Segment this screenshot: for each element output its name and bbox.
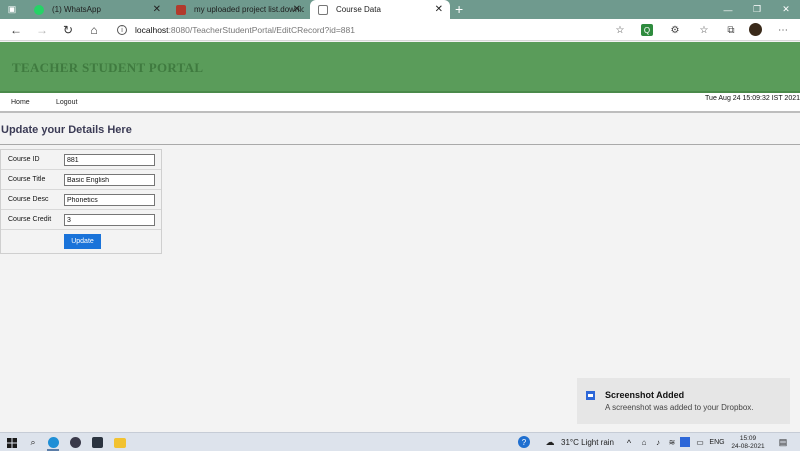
edge-icon[interactable] bbox=[48, 437, 59, 448]
clock[interactable]: 15:09 24-08-2021 bbox=[728, 435, 768, 450]
update-button[interactable]: Update bbox=[64, 234, 101, 249]
course-edit-form: Course ID Course Title Course Desc Cours… bbox=[0, 149, 162, 254]
collections-icon[interactable]: ⧉ bbox=[724, 23, 738, 37]
dropbox-tray-icon[interactable] bbox=[680, 437, 690, 447]
course-desc-label: Course Desc bbox=[8, 196, 49, 203]
tab-actions-icon[interactable]: ▣ bbox=[0, 0, 24, 19]
course-title-input[interactable] bbox=[64, 174, 155, 186]
tab-project-list[interactable]: my uploaded project list.downlo ✕ bbox=[168, 0, 308, 19]
language-indicator[interactable]: ENG bbox=[708, 435, 726, 450]
notification-title: Screenshot Added bbox=[605, 390, 685, 400]
form-row-course-credit: Course Credit bbox=[1, 210, 161, 230]
dropbox-notification[interactable]: Screenshot Added A screenshot was added … bbox=[577, 378, 790, 424]
windows-taskbar: ⌕ ? ☁ 31°C Light rain ^ ⌂ ♪ ≋ ▭ ENG 15:0… bbox=[0, 432, 800, 451]
form-row-course-title: Course Title bbox=[1, 170, 161, 190]
tab-course-data[interactable]: Course Data ✕ bbox=[310, 0, 450, 19]
battery-icon[interactable]: ▭ bbox=[694, 435, 706, 450]
nav-home-link[interactable]: Home bbox=[11, 99, 30, 106]
course-desc-input[interactable] bbox=[64, 194, 155, 206]
project-site-icon bbox=[176, 4, 186, 15]
chevron-up-icon[interactable]: ^ bbox=[624, 435, 634, 450]
whatsapp-icon bbox=[34, 4, 44, 15]
window-close-button[interactable]: ✕ bbox=[772, 0, 800, 19]
browser-tab-strip: ▣ (1) WhatsApp ✕ my uploaded project lis… bbox=[0, 0, 800, 19]
back-button[interactable]: ← bbox=[7, 21, 25, 39]
weather-status[interactable]: 31°C Light rain bbox=[561, 435, 623, 450]
minimize-button[interactable]: — bbox=[714, 0, 742, 19]
form-row-course-id: Course ID bbox=[1, 150, 161, 170]
start-icon[interactable] bbox=[5, 435, 19, 450]
notification-message: A screenshot was added to your Dropbox. bbox=[605, 403, 754, 412]
clock-date: 24-08-2021 bbox=[731, 442, 765, 450]
page-title: Update your Details Here bbox=[1, 124, 132, 136]
course-credit-input[interactable] bbox=[64, 214, 155, 226]
home-button[interactable]: ⌂ bbox=[85, 21, 103, 39]
tab-title: my uploaded project list.downlo bbox=[194, 5, 304, 14]
browser-toolbar: ← → ↻ ⌂ i localhost:8080/TeacherStudentP… bbox=[0, 19, 800, 41]
favorites-icon[interactable]: ☆ bbox=[697, 23, 711, 37]
close-icon[interactable]: ✕ bbox=[153, 4, 161, 15]
form-row-course-desc: Course Desc bbox=[1, 190, 161, 210]
clock-time: 15:09 bbox=[739, 434, 757, 442]
favorite-add-icon[interactable]: ☆ bbox=[613, 23, 627, 37]
network-icon[interactable]: ⌂ bbox=[638, 435, 650, 450]
form-row-submit: Update bbox=[1, 230, 161, 253]
course-credit-label: Course Credit bbox=[8, 216, 52, 223]
site-navbar: Home Logout Tue Aug 24 15:09:32 IST 2021 bbox=[0, 93, 800, 113]
file-explorer-icon[interactable] bbox=[114, 438, 126, 448]
current-datetime: Tue Aug 24 15:09:32 IST 2021 bbox=[705, 95, 800, 102]
course-id-label: Course ID bbox=[8, 156, 40, 163]
tab-whatsapp[interactable]: (1) WhatsApp ✕ bbox=[26, 0, 168, 19]
restore-button[interactable]: ❐ bbox=[743, 0, 771, 19]
page-content: TEACHER STUDENT PORTAL Home Logout Tue A… bbox=[0, 42, 800, 432]
obs-icon[interactable] bbox=[70, 437, 81, 448]
more-options-icon[interactable]: ⋯ bbox=[776, 23, 790, 37]
course-id-input[interactable] bbox=[64, 154, 155, 166]
site-banner: TEACHER STUDENT PORTAL bbox=[0, 42, 800, 93]
tab-title: (1) WhatsApp bbox=[52, 5, 101, 14]
tab-title: Course Data bbox=[336, 5, 381, 14]
url-host: localhost bbox=[135, 25, 169, 35]
extension-q-icon[interactable]: Q bbox=[641, 24, 653, 36]
close-icon[interactable]: ✕ bbox=[435, 4, 443, 15]
address-bar[interactable]: i localhost:8080/TeacherStudentPortal/Ed… bbox=[117, 23, 607, 37]
close-icon[interactable]: ✕ bbox=[293, 4, 301, 15]
volume-icon[interactable]: ♪ bbox=[652, 435, 664, 450]
site-title: TEACHER STUDENT PORTAL bbox=[12, 60, 204, 75]
wifi-icon[interactable]: ≋ bbox=[666, 435, 678, 450]
terminal-icon[interactable] bbox=[92, 437, 103, 448]
course-title-label: Course Title bbox=[8, 176, 46, 183]
search-icon[interactable]: ⌕ bbox=[26, 435, 40, 450]
new-tab-button[interactable]: + bbox=[455, 1, 463, 17]
help-icon[interactable]: ? bbox=[518, 436, 530, 448]
page-icon bbox=[318, 4, 328, 15]
weather-icon: ☁ bbox=[545, 437, 555, 447]
notifications-icon[interactable]: ▤ bbox=[776, 435, 790, 450]
forward-button[interactable]: → bbox=[33, 21, 51, 39]
avatar[interactable] bbox=[749, 23, 762, 36]
url-path: :8080/TeacherStudentPortal/EditCRecord?i… bbox=[168, 25, 355, 35]
dropbox-icon bbox=[586, 391, 595, 400]
refresh-button[interactable]: ↻ bbox=[59, 21, 77, 39]
nav-logout-link[interactable]: Logout bbox=[56, 99, 77, 106]
divider bbox=[0, 144, 800, 145]
info-icon[interactable]: i bbox=[117, 25, 127, 35]
extensions-icon[interactable]: ⚙ bbox=[668, 23, 682, 37]
